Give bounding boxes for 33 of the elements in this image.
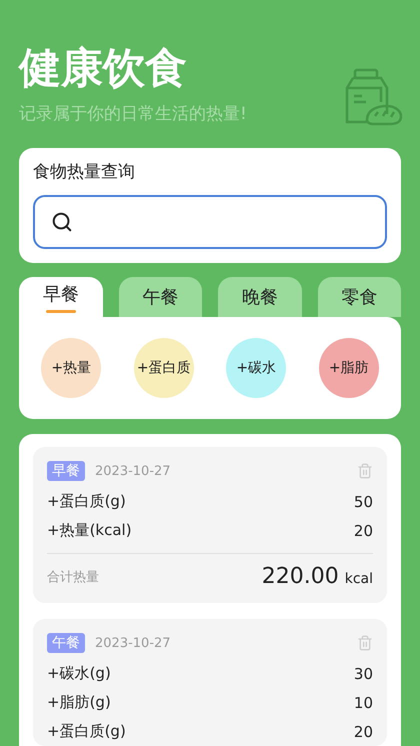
nutrient-name: +脂肪(g) [47,693,111,712]
nutrient-name: +蛋白质(g) [47,492,126,511]
add-nutrient-button[interactable]: +脂肪 [318,338,379,398]
delete-icon[interactable] [357,635,373,651]
record-date: 2023-10-27 [95,636,172,650]
app-title: 健康饮食 [19,42,188,94]
meal-tab[interactable]: 零食 [318,277,401,317]
total-value: 220.00 [262,564,339,589]
carton-and-bread-icon [345,68,403,128]
delete-icon[interactable] [357,463,373,479]
meal-tab[interactable]: 晚餐 [218,277,302,317]
nutrient-value: 20 [354,522,373,540]
add-nutrient-button[interactable]: +碳水 [226,338,286,398]
total-label: 合计热量 [47,568,99,586]
nutrient-value: 50 [354,492,373,510]
nutrient-value: 10 [354,694,373,712]
app-subtitle: 记录属于你的日常生活的热量! [19,103,247,125]
nutrient-name: +蛋白质(g) [47,722,126,741]
search-title: 食物热量查询 [33,161,136,183]
search-field[interactable] [33,195,387,249]
nutrient-value: 30 [354,664,373,682]
meal-tab[interactable]: 午餐 [118,277,202,317]
add-nutrient-button[interactable]: +热量 [41,338,102,398]
total-unit: kcal [344,571,373,587]
add-nutrient-button[interactable]: +蛋白质 [134,338,194,398]
record-date: 2023-10-27 [95,464,172,478]
nutrient-value: 20 [354,722,373,740]
meal-tag: 早餐 [47,461,85,481]
nutrient-name: +碳水(g) [47,664,111,683]
search-icon [51,211,73,233]
nutrient-name: +热量(kcal) [47,521,132,540]
meal-tab[interactable]: 早餐 [19,277,102,317]
meal-tag: 午餐 [47,633,85,653]
